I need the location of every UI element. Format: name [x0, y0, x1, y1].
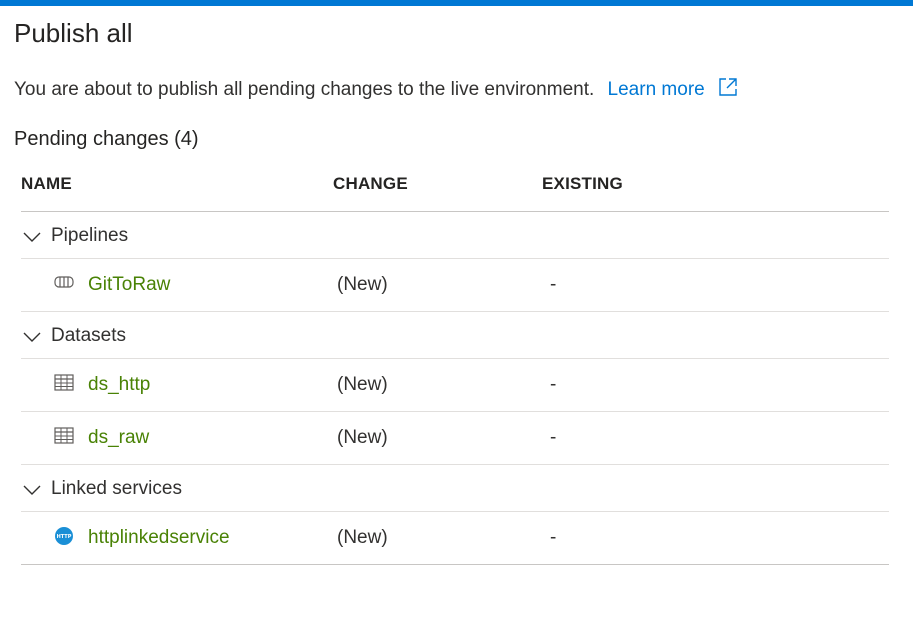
item-name-link[interactable]: GitToRaw	[88, 274, 170, 296]
column-header-change: CHANGE	[333, 174, 408, 193]
column-header-name: NAME	[21, 174, 72, 193]
chevron-down-icon[interactable]	[23, 331, 41, 343]
item-existing: -	[550, 274, 557, 295]
item-existing: -	[550, 527, 557, 548]
external-link-icon	[719, 78, 737, 96]
dialog-title: Publish all	[14, 18, 133, 48]
table-row: HTTP httplinkedservice (New) -	[21, 512, 889, 565]
item-change: (New)	[337, 427, 388, 448]
table-row: ds_raw (New) -	[21, 412, 889, 465]
item-existing: -	[550, 374, 557, 395]
table-row: GitToRaw (New) -	[21, 259, 889, 312]
description-text: You are about to publish all pending cha…	[14, 79, 595, 100]
table-header: NAME CHANGE EXISTING	[21, 166, 889, 212]
pipeline-icon	[54, 276, 74, 288]
pending-changes-heading: Pending changes (4)	[14, 128, 199, 150]
svg-text:HTTP: HTTP	[57, 534, 72, 540]
group-datasets[interactable]: Datasets	[21, 312, 889, 359]
http-icon: HTTP	[55, 527, 73, 545]
learn-more-label: Learn more	[607, 79, 705, 100]
dialog-description: You are about to publish all pending cha…	[14, 77, 738, 101]
table-icon	[54, 374, 74, 391]
group-label: Datasets	[51, 325, 126, 346]
item-change: (New)	[337, 527, 388, 548]
column-header-existing: EXISTING	[542, 174, 623, 193]
learn-more-link[interactable]: Learn more	[607, 78, 738, 100]
table-icon	[54, 427, 74, 444]
item-change: (New)	[337, 274, 388, 295]
group-pipelines[interactable]: Pipelines	[21, 212, 889, 259]
group-linked-services[interactable]: Linked services	[21, 465, 889, 512]
pending-changes-table: NAME CHANGE EXISTING Pipelines GitToRaw …	[21, 166, 889, 565]
chevron-down-icon[interactable]	[23, 231, 41, 243]
item-change: (New)	[337, 374, 388, 395]
group-label: Pipelines	[51, 225, 129, 246]
item-name-link[interactable]: ds_raw	[88, 427, 149, 449]
group-label: Linked services	[51, 478, 182, 499]
item-name-link[interactable]: ds_http	[88, 374, 150, 396]
item-existing: -	[550, 427, 557, 448]
chevron-down-icon[interactable]	[23, 484, 41, 496]
item-name-link[interactable]: httplinkedservice	[88, 527, 230, 549]
top-accent-bar	[0, 0, 913, 6]
table-row: ds_http (New) -	[21, 359, 889, 412]
